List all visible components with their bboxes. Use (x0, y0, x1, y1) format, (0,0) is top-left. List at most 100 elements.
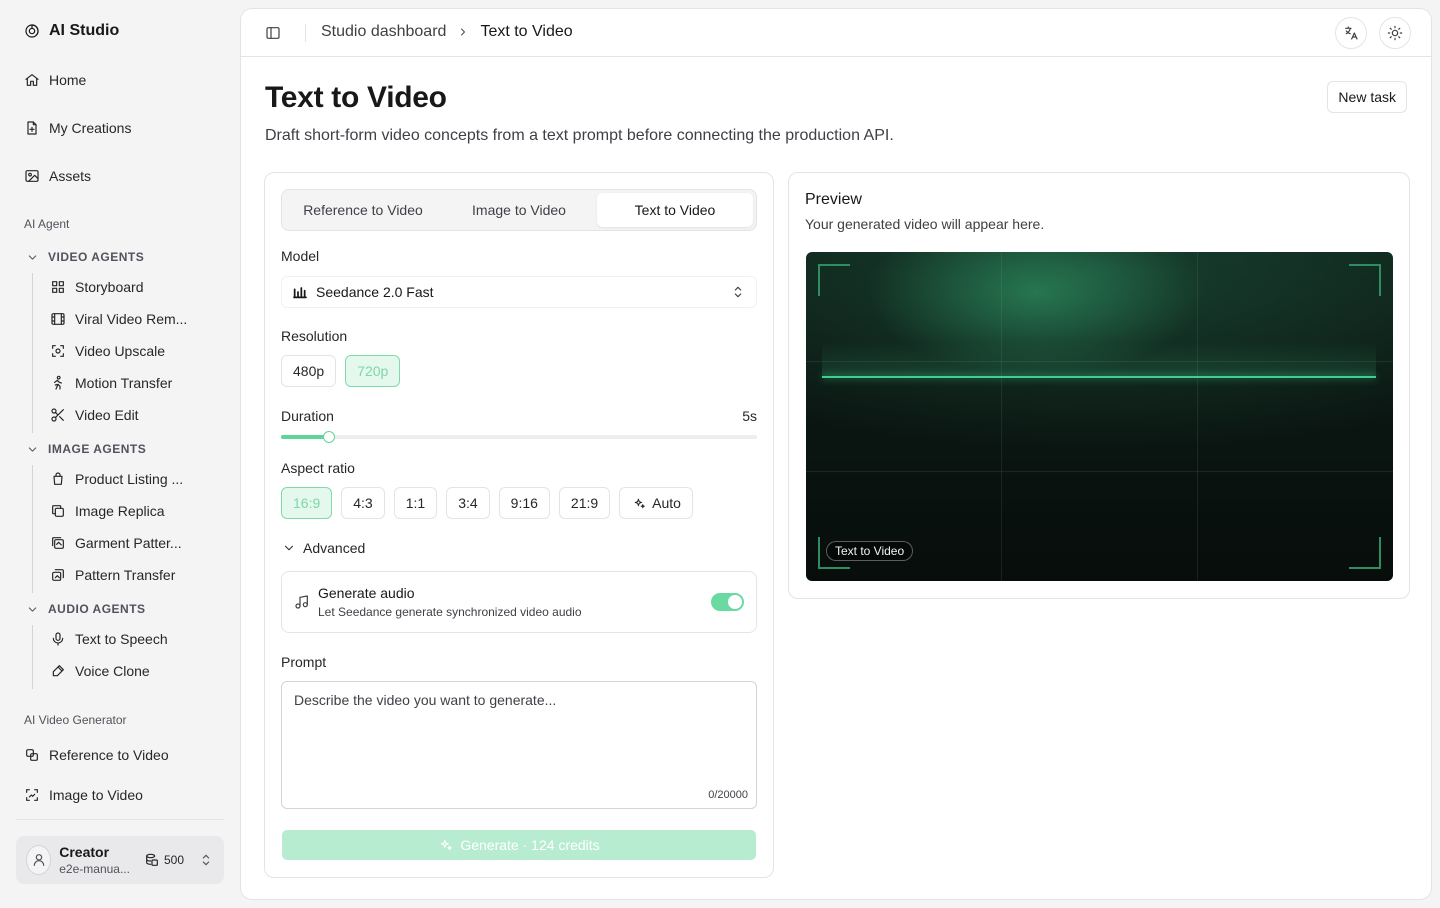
breadcrumb-studio-dashboard[interactable]: Studio dashboard (321, 23, 446, 41)
sidebar-toggle-icon[interactable] (265, 25, 281, 41)
page-subtitle: Draft short-form video concepts from a t… (265, 127, 894, 144)
audio-agents-list: Text to Speech Voice Clone (32, 625, 208, 689)
sidebar-item-video-edit[interactable]: Video Edit (33, 401, 208, 429)
sidebar-item-label: Image Replica (75, 503, 165, 519)
home-icon (24, 72, 40, 88)
user-info: Creator e2e-manua... (59, 844, 130, 877)
grid-icon (50, 279, 66, 295)
credits-balance: 500 (144, 852, 184, 868)
frame-corner (1349, 264, 1381, 296)
sidebar-item-viral-video-remix[interactable]: Viral Video Rem... (33, 305, 208, 333)
ai-agent-group-label: AI Agent (24, 217, 70, 231)
sidebar-item-label: Voice Clone (75, 663, 150, 679)
sidebar-item-assets[interactable]: Assets (16, 160, 224, 192)
shopping-bag-icon (50, 471, 66, 487)
prompt-field: 0/20000 (281, 681, 757, 809)
reference-icon (24, 747, 40, 763)
resolution-options: 480p 720p (281, 355, 401, 387)
image-agents-title: IMAGE AGENTS (48, 442, 147, 456)
grid-line (1001, 252, 1002, 581)
image-icon (24, 168, 40, 184)
user-name: Creator (59, 843, 110, 860)
resolution-480p[interactable]: 480p (281, 355, 337, 387)
aspect-3-4[interactable]: 3:4 (446, 487, 490, 519)
sidebar-item-label: Video Edit (75, 407, 139, 423)
chevron-down-icon (281, 540, 297, 556)
sidebar-item-product-listing[interactable]: Product Listing ... (33, 465, 208, 493)
sidebar-item-label: Reference to Video (49, 747, 169, 763)
sidebar-item-my-creations[interactable]: My Creations (16, 112, 224, 144)
advanced-toggle[interactable]: Advanced (281, 540, 365, 556)
slider-thumb[interactable] (322, 431, 335, 443)
microphone-icon (50, 631, 66, 647)
sidebar-item-label: Pattern Transfer (75, 567, 176, 583)
audio-agents-title: AUDIO AGENTS (48, 602, 146, 616)
sidebar-item-reference-to-video[interactable]: Reference to Video (16, 739, 224, 771)
sidebar-item-label: Garment Patter... (75, 535, 182, 551)
tab-image-to-video[interactable]: Image to Video (441, 193, 597, 227)
app-name: AI Studio (49, 22, 120, 39)
sidebar-item-text-to-speech[interactable]: Text to Speech (33, 625, 208, 653)
tab-text-to-video[interactable]: Text to Video (597, 193, 753, 227)
logo-icon (24, 23, 40, 39)
dropper-icon (50, 663, 66, 679)
main-panel: Studio dashboard Text to Video Text to V… (240, 8, 1432, 900)
sidebar-item-image-replica[interactable]: Image Replica (33, 497, 208, 525)
new-task-button[interactable]: New task (1327, 81, 1407, 113)
aspect-auto[interactable]: Auto (619, 487, 693, 519)
aspect-4-3[interactable]: 4:3 (341, 487, 385, 519)
sidebar-item-storyboard[interactable]: Storyboard (33, 273, 208, 301)
sidebar-item-label: Home (49, 72, 87, 88)
generate-audio-description: Let Seedance generate synchronized video… (318, 605, 582, 619)
image-agents-header[interactable]: IMAGE AGENTS (24, 441, 146, 457)
sidebar-item-home[interactable]: Home (16, 64, 224, 96)
resolution-label: Resolution (281, 328, 348, 344)
scan-line (822, 376, 1376, 378)
duration-slider[interactable] (281, 431, 757, 443)
theme-toggle-button[interactable] (1379, 17, 1411, 49)
sidebar-item-video-upscale[interactable]: Video Upscale (33, 337, 208, 365)
coins-icon (144, 852, 160, 868)
chevron-right-icon (455, 24, 471, 40)
sidebar-item-image-to-video[interactable]: Image to Video (16, 779, 224, 811)
prompt-input[interactable] (282, 682, 756, 808)
generate-audio-toggle[interactable] (711, 593, 744, 611)
user-icon (31, 852, 47, 868)
sidebar-item-voice-clone[interactable]: Voice Clone (33, 657, 208, 685)
video-agents-header[interactable]: VIDEO AGENTS (24, 249, 144, 265)
brand[interactable]: AI Studio (24, 22, 119, 40)
aspect-9-16[interactable]: 9:16 (498, 487, 550, 519)
scissors-icon (50, 407, 66, 423)
duration-value: 5s (742, 408, 757, 424)
user-menu[interactable]: Creator e2e-manua... 500 (16, 836, 224, 884)
aspect-1-1[interactable]: 1:1 (393, 487, 438, 519)
generate-button[interactable]: Generate · 124 credits (282, 830, 756, 860)
sidebar-item-motion-transfer[interactable]: Motion Transfer (33, 369, 208, 397)
tab-reference-to-video[interactable]: Reference to Video (285, 193, 441, 227)
aspect-ratio-options: 16:9 4:3 1:1 3:4 9:16 21:9 Auto (281, 487, 693, 519)
sidebar-item-garment-pattern[interactable]: Garment Patter... (33, 529, 208, 557)
sidebar-item-label: Image to Video (49, 787, 143, 803)
generation-form: Reference to Video Image to Video Text t… (264, 172, 774, 878)
chevron-up-down-icon (730, 284, 746, 300)
sparkles-icon (438, 837, 454, 853)
chevron-down-icon (24, 601, 40, 617)
language-button[interactable] (1335, 17, 1367, 49)
aspect-auto-label: Auto (652, 495, 681, 511)
avatar (26, 845, 52, 875)
prompt-character-count: 0/20000 (708, 789, 748, 801)
model-select[interactable]: Seedance 2.0 Fast (281, 276, 757, 308)
layers-image-icon (50, 535, 66, 551)
top-bar: Studio dashboard Text to Video (241, 9, 1431, 57)
chevron-up-down-icon (198, 852, 214, 868)
copy-icon (50, 503, 66, 519)
aspect-16-9[interactable]: 16:9 (281, 487, 333, 519)
audio-agents-header[interactable]: AUDIO AGENTS (24, 601, 146, 617)
resolution-720p[interactable]: 720p (345, 355, 401, 387)
aspect-21-9[interactable]: 21:9 (558, 487, 611, 519)
mode-tabs: Reference to Video Image to Video Text t… (281, 189, 757, 231)
sidebar-item-label: My Creations (49, 120, 132, 136)
sidebar-item-pattern-transfer[interactable]: Pattern Transfer (33, 561, 208, 589)
image-agents-list: Product Listing ... Image Replica Garmen… (32, 465, 208, 593)
duration-label: Duration (281, 408, 334, 424)
